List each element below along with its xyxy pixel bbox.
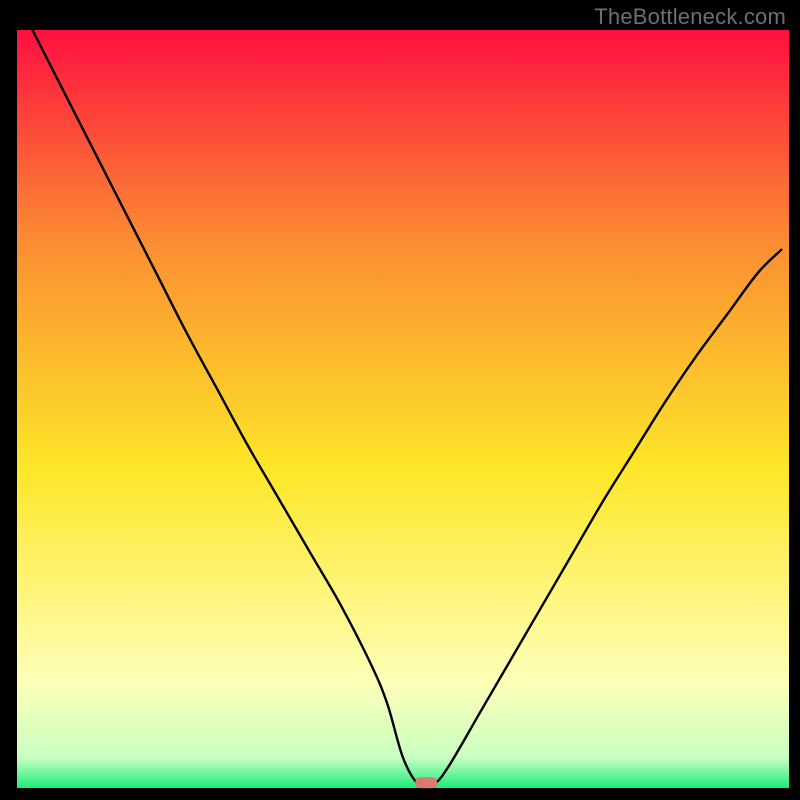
watermark-text: TheBottleneck.com [594, 4, 786, 30]
bottleneck-chart [0, 0, 800, 800]
optimal-marker [415, 777, 437, 788]
plot-background [17, 30, 789, 788]
chart-frame: { "watermark": "TheBottleneck.com", "cha… [0, 0, 800, 800]
